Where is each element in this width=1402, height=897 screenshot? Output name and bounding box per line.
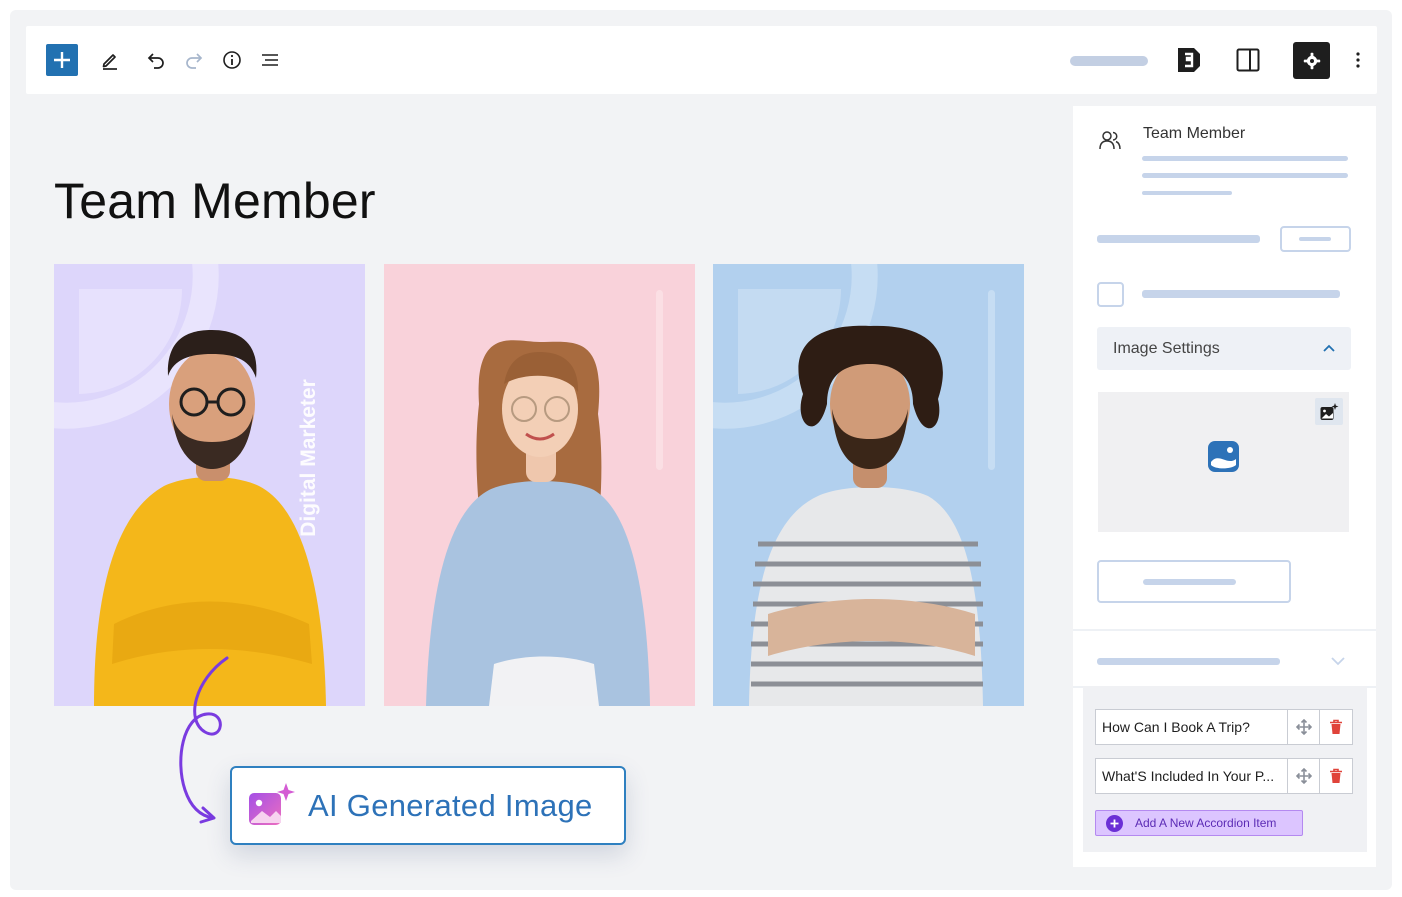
collapsed-panel-title-placeholder <box>1097 658 1280 665</box>
setting-placeholder-line <box>1097 235 1260 243</box>
list-view-icon <box>262 54 278 66</box>
button-placeholder-line <box>1143 579 1236 585</box>
ai-generated-image-badge: AI Generated Image <box>230 766 626 845</box>
more-vertical-icon <box>1356 52 1360 68</box>
plus-circle-icon <box>1106 814 1123 832</box>
move-icon <box>1295 719 1312 735</box>
chevron-up-icon <box>1323 344 1335 352</box>
image-icon <box>1208 441 1239 472</box>
more-options-button[interactable] <box>1344 44 1372 76</box>
image-upload-placeholder[interactable] <box>1098 392 1349 532</box>
team-member-photo <box>749 325 983 706</box>
list-view-button[interactable] <box>254 44 286 76</box>
sidebar-toggle-button[interactable] <box>1232 44 1264 76</box>
description-line <box>1142 191 1232 195</box>
description-line <box>1142 156 1348 161</box>
ai-image-icon <box>1320 402 1339 420</box>
checkbox-label-placeholder <box>1142 290 1340 298</box>
repeater-item-label[interactable]: What'S Included In Your P... <box>1096 759 1287 793</box>
settings-sidebar: Team Member Image Settings How Can I Boo… <box>1073 106 1376 867</box>
ai-badge-label: AI Generated Image <box>308 787 593 823</box>
gear-icon <box>1303 52 1320 69</box>
move-icon <box>1295 768 1312 784</box>
team-card-3[interactable] <box>713 264 1024 706</box>
info-icon <box>223 51 241 69</box>
team-card-1[interactable]: Digital Marketer <box>54 264 365 706</box>
brand-logo-button[interactable] <box>1172 43 1206 77</box>
placeholder-action-button[interactable] <box>1097 560 1291 603</box>
delete-item-button[interactable] <box>1319 710 1352 744</box>
add-accordion-item-button[interactable]: Add A New Accordion Item <box>1095 810 1303 836</box>
sidebar-toggle-icon <box>1236 48 1260 72</box>
button-placeholder-line <box>1299 237 1331 241</box>
add-accordion-item-label: Add A New Accordion Item <box>1135 816 1277 830</box>
top-toolbar <box>26 26 1377 94</box>
trash-icon <box>1330 719 1342 734</box>
team-member-photo <box>426 340 650 706</box>
toolbar-placeholder-pill <box>1070 56 1148 66</box>
trash-icon <box>1330 768 1342 783</box>
panel-divider <box>1073 629 1376 631</box>
team-member-photo <box>94 330 326 706</box>
block-title: Team Member <box>1143 125 1246 142</box>
description-line <box>1142 173 1348 178</box>
pencil-icon <box>102 54 117 70</box>
page-title: Team Member <box>54 173 376 229</box>
repeater-item-label[interactable]: How Can I Book A Trip? <box>1096 710 1287 744</box>
undo-button[interactable] <box>140 44 172 76</box>
edit-tool-button[interactable] <box>94 44 126 76</box>
redo-icon <box>186 53 203 69</box>
redo-button[interactable] <box>178 44 210 76</box>
move-handle[interactable] <box>1287 710 1319 744</box>
setting-placeholder-button[interactable] <box>1280 226 1351 252</box>
undo-icon <box>147 53 164 69</box>
accordion-repeater: How Can I Book A Trip? What'S Included I… <box>1083 686 1367 852</box>
users-icon <box>1099 131 1121 150</box>
brand-logo-icon <box>1178 48 1200 72</box>
repeater-item[interactable]: How Can I Book A Trip? <box>1095 709 1353 745</box>
delete-item-button[interactable] <box>1319 759 1352 793</box>
settings-button[interactable] <box>1293 42 1330 79</box>
details-button[interactable] <box>216 44 248 76</box>
add-block-button[interactable] <box>46 44 78 76</box>
ai-image-button[interactable] <box>1315 398 1343 425</box>
ai-image-sparkle-icon <box>249 782 295 825</box>
move-handle[interactable] <box>1287 759 1319 793</box>
image-settings-label: Image Settings <box>1113 339 1220 357</box>
repeater-item[interactable]: What'S Included In Your P... <box>1095 758 1353 794</box>
setting-checkbox[interactable] <box>1097 282 1124 307</box>
plus-icon <box>54 52 70 68</box>
curved-arrow-pointer <box>179 656 229 824</box>
image-settings-panel-header[interactable]: Image Settings <box>1097 327 1351 370</box>
chevron-down-icon[interactable] <box>1329 653 1347 669</box>
team-card-2[interactable] <box>384 264 695 706</box>
